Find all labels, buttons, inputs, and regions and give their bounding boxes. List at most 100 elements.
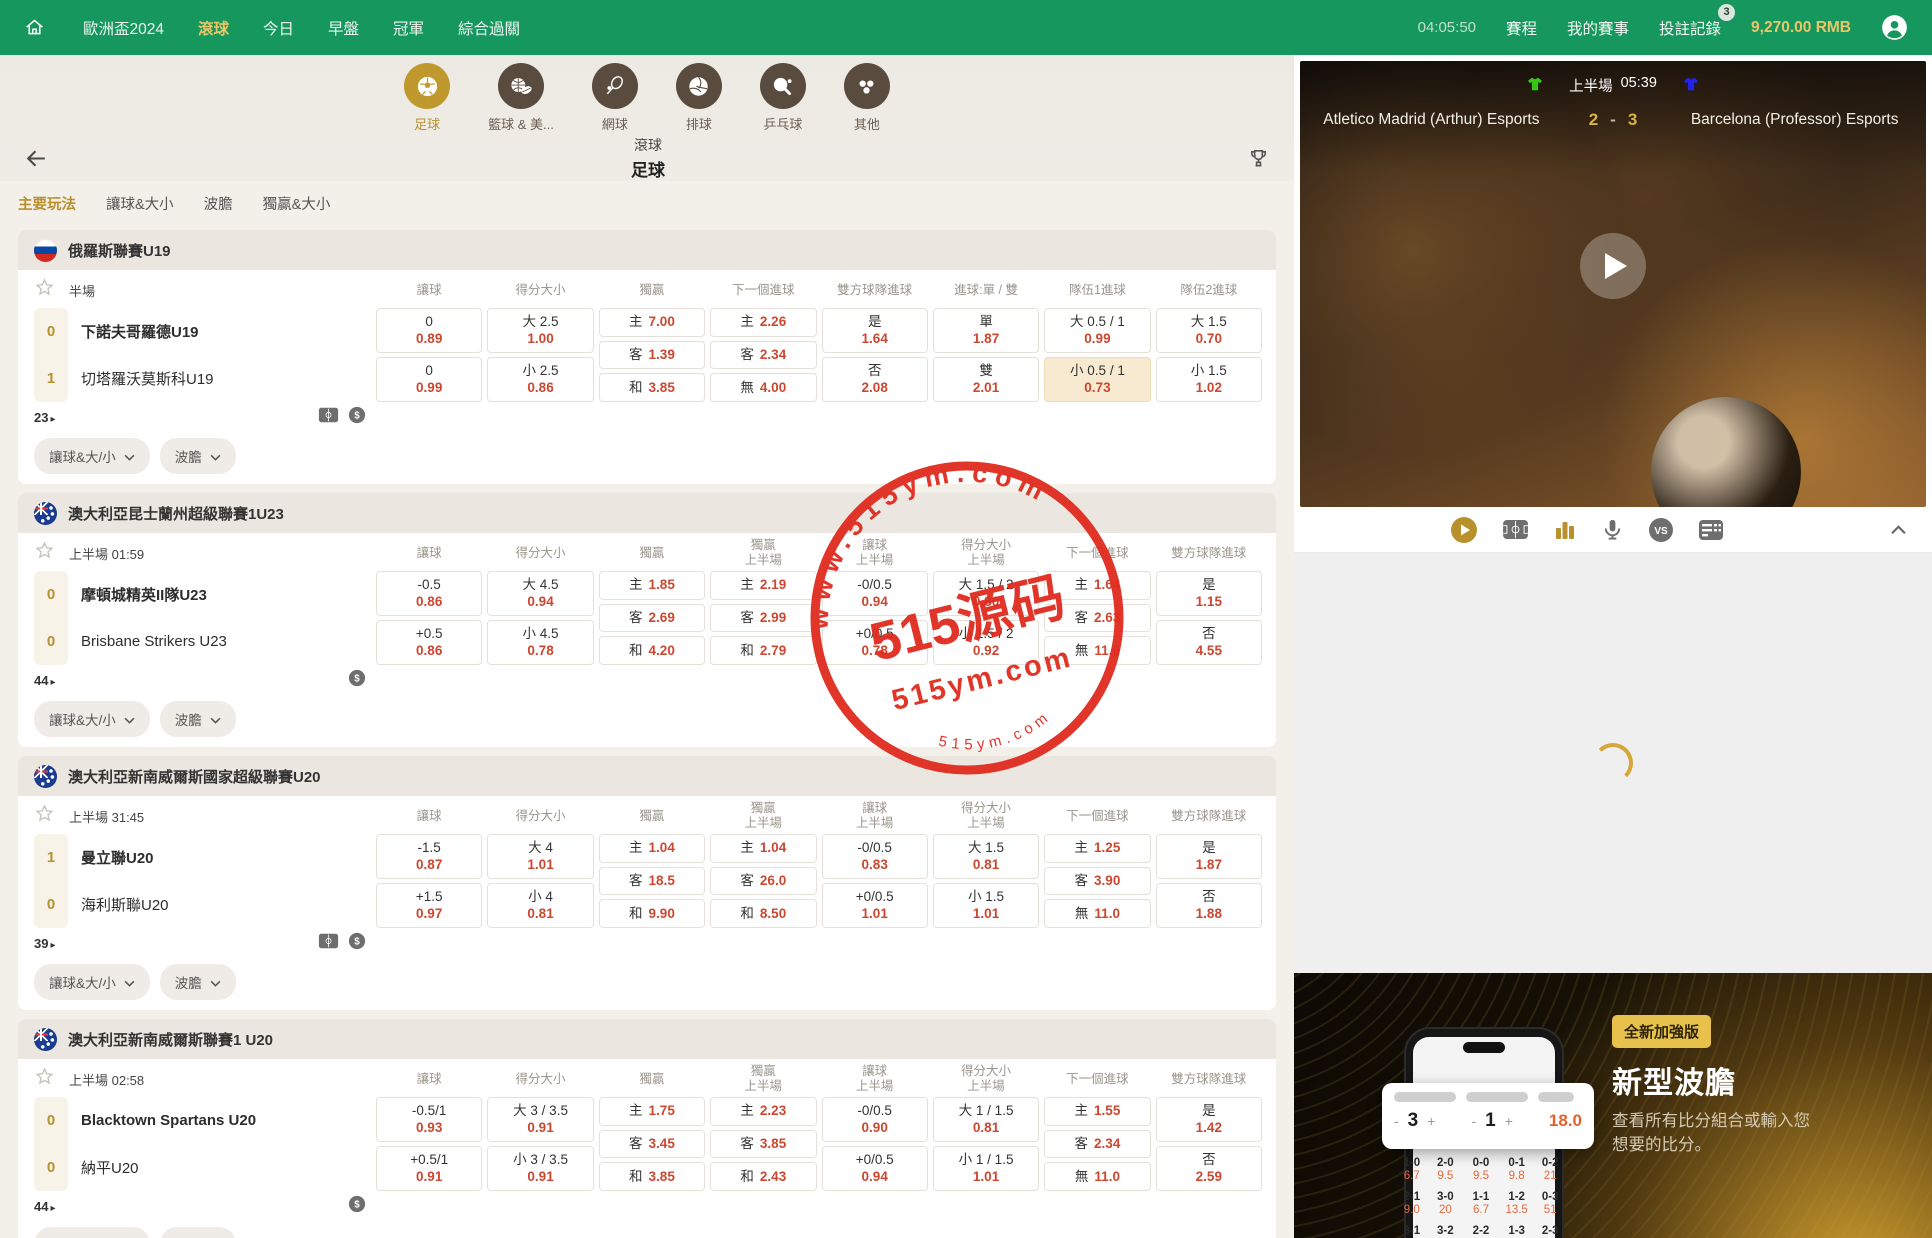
odds-cell[interactable]: 大 4 1.01	[487, 834, 594, 879]
odds-cell[interactable]: 大 3 / 3.5 0.91	[487, 1097, 594, 1142]
odds-cell[interactable]: 客 2.34	[1044, 1129, 1151, 1159]
star-icon[interactable]	[34, 1066, 55, 1092]
score-grid-cell[interactable]: 1-1 6.7	[1465, 1191, 1497, 1216]
team-name[interactable]: 海利斯聯U20	[81, 881, 169, 928]
odds-cell[interactable]: 和 3.85	[598, 1162, 706, 1192]
filter-pill[interactable]: 波膽	[159, 701, 236, 737]
odds-cell[interactable]: 客 3.90	[1044, 866, 1151, 896]
odds-cell[interactable]: 和 9.90	[598, 899, 706, 929]
odds-cell[interactable]: 主 2.26	[710, 308, 817, 337]
score-grid-cell[interactable]: 0-2 21	[1536, 1157, 1564, 1182]
odds-cell[interactable]: 小 1.5 1.01	[932, 883, 1040, 928]
odds-cell[interactable]: 小 0.5 / 1 0.73	[1044, 357, 1151, 402]
sport-item-other[interactable]: 其他	[843, 63, 890, 133]
odds-cell[interactable]: 無 11.0	[1044, 899, 1151, 929]
odds-cell[interactable]: 雙 2.01	[932, 357, 1040, 402]
odds-cell[interactable]: 是 1.64	[821, 308, 928, 353]
odds-cell[interactable]: 大 1.5 0.70	[1155, 308, 1262, 353]
odds-cell[interactable]: 和 2.43	[710, 1162, 817, 1192]
odds-cell[interactable]: 主 7.00	[598, 308, 706, 337]
nav-item-4[interactable]: 冠軍	[393, 17, 424, 39]
odds-cell[interactable]: 單 1.87	[932, 308, 1040, 353]
nav-link-1[interactable]: 我的賽事	[1567, 17, 1629, 39]
odds-cell[interactable]: 客 26.0	[710, 866, 817, 896]
odds-cell[interactable]: 否 2.08	[821, 357, 928, 402]
score-grid-cell[interactable]: 2-2	[1465, 1225, 1497, 1238]
balance-text[interactable]: 9,270.00 RMB	[1751, 19, 1851, 37]
odds-cell[interactable]: 和 2.79	[710, 636, 817, 666]
chart-tool-icon[interactable]	[1553, 518, 1577, 542]
odds-cell[interactable]: 是 1.15	[1155, 571, 1262, 616]
odds-cell[interactable]: 小 4.5 0.78	[487, 620, 594, 665]
odds-cell[interactable]: 小 1 / 1.5 1.01	[932, 1146, 1040, 1191]
odds-cell[interactable]: 主 1.04	[710, 834, 817, 863]
vs-tool-icon[interactable]: VS	[1648, 517, 1674, 543]
odds-cell[interactable]: 客 3.45	[598, 1129, 706, 1159]
filter-pill[interactable]: 讓球&大/小	[34, 1227, 150, 1238]
mic-tool-icon[interactable]	[1601, 518, 1624, 541]
score-grid-cell[interactable]: 3-2	[1432, 1225, 1460, 1238]
cashout-dollar-icon[interactable]: $	[348, 406, 366, 429]
trophy-icon[interactable]	[1247, 147, 1270, 170]
odds-cell[interactable]: 和 4.20	[598, 636, 706, 666]
star-icon[interactable]	[34, 803, 55, 829]
odds-cell[interactable]: 小 1.5 / 2 0.92	[932, 620, 1040, 665]
odds-cell[interactable]: 客 2.99	[710, 603, 817, 633]
odds-cell[interactable]: 客 1.39	[598, 340, 706, 370]
nav-item-3[interactable]: 早盤	[328, 17, 359, 39]
odds-cell[interactable]: 大 0.5 / 1 0.99	[1044, 308, 1151, 353]
live-video[interactable]: 上半場 05:39 Atletico Madrid (Arthur) Esport…	[1300, 61, 1926, 507]
odds-cell[interactable]: -1.5 0.87	[376, 834, 483, 879]
odds-cell[interactable]: 小 4 0.81	[487, 883, 594, 928]
chevron-up-icon[interactable]	[1891, 524, 1906, 535]
nav-item-2[interactable]: 今日	[263, 17, 294, 39]
odds-cell[interactable]: 客 2.63	[1044, 603, 1151, 633]
odds-cell[interactable]: 大 4.5 0.94	[487, 571, 594, 616]
market-count[interactable]: 44 ▸	[34, 673, 56, 688]
tab-3[interactable]: 獨贏&大小	[263, 193, 331, 214]
league-header[interactable]: 俄羅斯聯賽U19	[18, 230, 1276, 270]
tab-1[interactable]: 讓球&大小	[106, 193, 174, 214]
sport-item-basketball[interactable]: 籃球 & 美...	[488, 63, 554, 133]
score-grid-cell[interactable]: 3-1	[1398, 1225, 1426, 1238]
sport-item-volleyball[interactable]: 排球	[675, 63, 722, 133]
score-grid-cell[interactable]: 0-1 9.8	[1503, 1157, 1531, 1182]
odds-cell[interactable]: 是 1.42	[1155, 1097, 1262, 1142]
filter-pill[interactable]: 波膽	[159, 438, 236, 474]
odds-cell[interactable]: +0.5/1 0.91	[376, 1146, 483, 1191]
filter-pill[interactable]: 讓球&大/小	[34, 964, 150, 1000]
odds-cell[interactable]: 否 2.59	[1155, 1146, 1262, 1191]
odds-cell[interactable]: -0/0.5 0.90	[821, 1097, 928, 1142]
odds-cell[interactable]: 大 1.5 0.81	[932, 834, 1040, 879]
odds-cell[interactable]: 大 1 / 1.5 0.81	[932, 1097, 1040, 1142]
tab-2[interactable]: 波膽	[204, 193, 233, 214]
promo-banner[interactable]: - 3 + - 1 + 18.0 1-0 6.7 2-0 9.5 0-0 9.5 0-1 9.…	[1294, 973, 1932, 1238]
score-grid-cell[interactable]: 1-0 6.7	[1398, 1157, 1426, 1182]
score-grid-cell[interactable]: 2-3	[1536, 1225, 1564, 1238]
odds-cell[interactable]: 和 8.50	[710, 899, 817, 929]
home-icon[interactable]	[24, 17, 45, 38]
team-name[interactable]: 曼立聯U20	[81, 834, 169, 881]
odds-cell[interactable]: 客 18.5	[598, 866, 706, 896]
odds-cell[interactable]: 0 0.99	[376, 357, 483, 402]
tab-0[interactable]: 主要玩法	[18, 193, 76, 214]
odds-cell[interactable]: +0.5 0.86	[376, 620, 483, 665]
league-header[interactable]: 澳大利亞新南威爾斯國家超級聯賽U20	[18, 756, 1276, 796]
back-button[interactable]	[24, 146, 49, 171]
odds-cell[interactable]: 小 3 / 3.5 0.91	[487, 1146, 594, 1191]
play-tool-icon[interactable]	[1450, 516, 1478, 544]
odds-cell[interactable]: 主 1.75	[598, 1097, 706, 1126]
market-count[interactable]: 44 ▸	[34, 1199, 56, 1214]
nav-item-0[interactable]: 歐洲盃2024	[83, 17, 164, 39]
odds-cell[interactable]: 無 4.00	[710, 373, 817, 403]
nav-item-1[interactable]: 滾球	[198, 17, 229, 39]
odds-cell[interactable]: 主 1.64	[1044, 571, 1151, 600]
score-grid-cell[interactable]: 0-0 9.5	[1465, 1157, 1497, 1182]
market-count[interactable]: 23 ▸	[34, 410, 56, 425]
pitch-stats-icon[interactable]	[318, 407, 339, 428]
score-grid-cell[interactable]: 2-1 9.0	[1398, 1191, 1426, 1216]
cashout-dollar-icon[interactable]: $	[348, 1195, 366, 1218]
filter-pill[interactable]: 波膽	[159, 964, 236, 1000]
odds-cell[interactable]: 小 2.5 0.86	[487, 357, 594, 402]
odds-cell[interactable]: 大 1.5 / 2 0.80	[932, 571, 1040, 616]
